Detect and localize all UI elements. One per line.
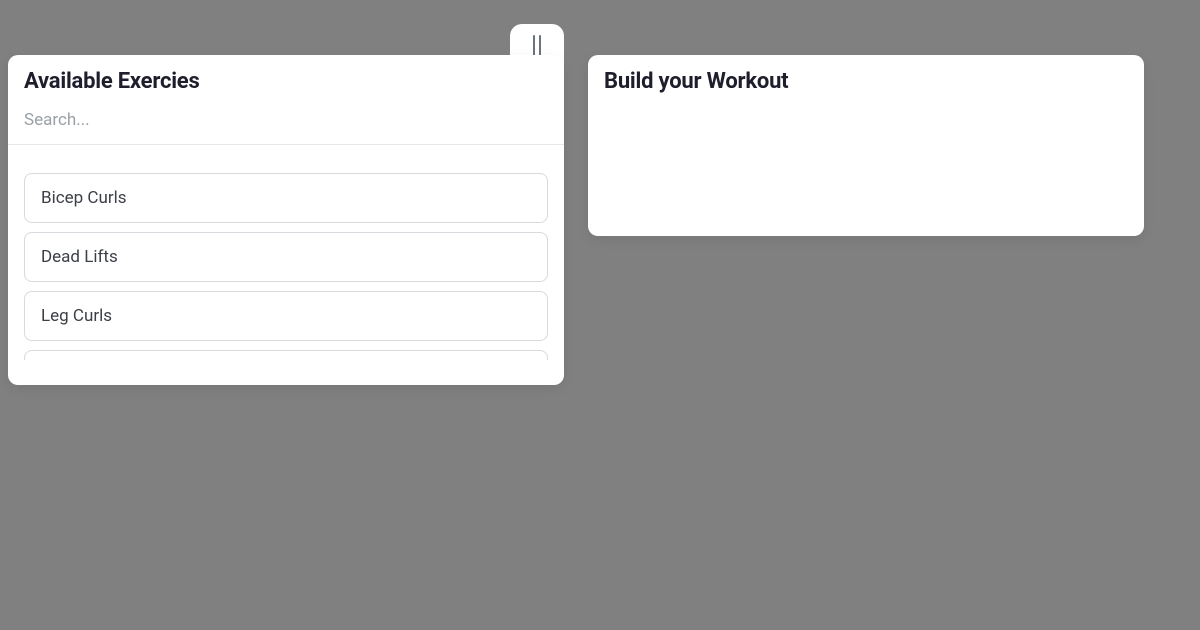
exercise-list: Bicep Curls Dead Lifts Leg Curls: [8, 145, 564, 360]
available-exercises-title: Available Exercies: [24, 69, 548, 94]
list-item[interactable]: Leg Curls: [24, 291, 548, 341]
search-input[interactable]: [24, 110, 548, 130]
build-workout-panel: Build your Workout: [588, 55, 1144, 236]
available-exercises-panel: Available Exercies Bicep Curls Dead Lift…: [8, 55, 564, 385]
list-item[interactable]: Dead Lifts: [24, 232, 548, 282]
exercise-label: Leg Curls: [41, 306, 112, 326]
panel-header: Available Exercies: [8, 55, 564, 110]
search-wrap: [8, 110, 564, 145]
build-workout-title: Build your Workout: [604, 69, 1128, 94]
exercise-label: Dead Lifts: [41, 247, 118, 267]
list-item[interactable]: [24, 350, 548, 360]
panel-header: Build your Workout: [588, 55, 1144, 110]
list-item[interactable]: Bicep Curls: [24, 173, 548, 223]
exercise-label: Bicep Curls: [41, 188, 127, 208]
